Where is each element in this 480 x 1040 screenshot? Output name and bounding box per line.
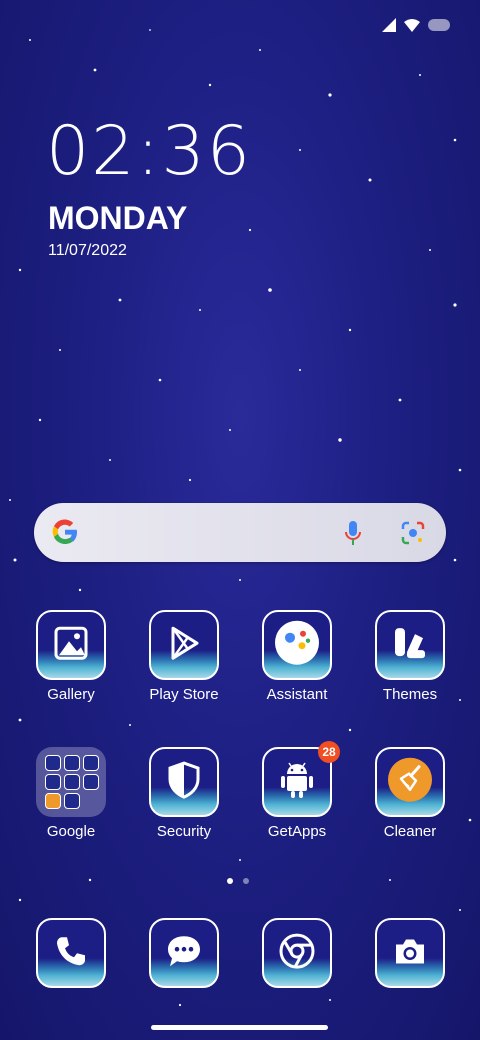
- camera-icon: [396, 939, 424, 964]
- app-getapps[interactable]: 28 GetApps: [242, 741, 352, 840]
- folder-app-maps: [83, 755, 99, 771]
- app-cleaner[interactable]: Cleaner: [355, 747, 465, 840]
- folder-app-google: [45, 755, 61, 771]
- shield-icon: [168, 761, 200, 799]
- clock-time[interactable]: 02:36: [46, 118, 252, 186]
- cleaner-tile[interactable]: [375, 747, 445, 817]
- app-label: Security: [156, 823, 212, 840]
- gesture-nav-bar[interactable]: [151, 1025, 328, 1030]
- dock-chrome[interactable]: [242, 918, 352, 988]
- security-tile[interactable]: [149, 747, 219, 817]
- page-dot: [243, 878, 249, 884]
- messages-icon: [168, 936, 200, 967]
- app-themes[interactable]: Themes: [355, 610, 465, 703]
- folder-app-keep: [45, 793, 61, 809]
- dock-messages[interactable]: [129, 918, 239, 988]
- folder-icon[interactable]: [36, 747, 106, 817]
- getapps-tile[interactable]: 28: [262, 741, 340, 817]
- signal-icon: [382, 18, 396, 32]
- folder-app-photos: [64, 774, 80, 790]
- microphone-icon[interactable]: [344, 519, 362, 547]
- app-label: Cleaner: [383, 823, 437, 840]
- assistant-tile[interactable]: [262, 610, 332, 680]
- app-assistant[interactable]: Assistant: [242, 610, 352, 703]
- messages-tile[interactable]: [149, 918, 219, 988]
- dock-camera[interactable]: [355, 918, 465, 988]
- assistant-icon: [275, 620, 319, 665]
- folder-app-youtube: [45, 774, 61, 790]
- folder-app-meet: [83, 774, 99, 790]
- lens-icon[interactable]: [400, 520, 426, 546]
- page-indicator: [227, 878, 249, 884]
- app-play-store[interactable]: Play Store: [129, 610, 239, 703]
- app-label: Google: [46, 823, 96, 840]
- app-label: Assistant: [266, 686, 328, 703]
- camera-tile[interactable]: [375, 918, 445, 988]
- google-g-icon: [52, 519, 77, 545]
- app-security[interactable]: Security: [129, 747, 239, 840]
- gallery-icon: [54, 626, 88, 660]
- folder-app-gmail: [64, 755, 80, 771]
- app-gallery[interactable]: Gallery: [16, 610, 126, 703]
- chrome-tile[interactable]: [262, 918, 332, 988]
- status-bar: [382, 18, 450, 32]
- clock-date: 11/07/2022: [48, 242, 127, 259]
- gallery-tile[interactable]: [36, 610, 106, 680]
- play-store-icon: [171, 626, 199, 660]
- wifi-icon: [404, 19, 420, 32]
- google-search-bar[interactable]: [34, 503, 446, 562]
- dock-phone[interactable]: [16, 918, 126, 988]
- phone-tile[interactable]: [36, 918, 106, 988]
- app-label: Gallery: [47, 686, 95, 703]
- app-google-folder[interactable]: Google: [16, 747, 126, 840]
- app-label: GetApps: [267, 823, 327, 840]
- battery-icon: [428, 19, 450, 31]
- clock-day: MONDAY: [48, 200, 188, 236]
- chrome-icon: [279, 933, 315, 969]
- page-dot-active: [227, 878, 233, 884]
- broom-icon: [388, 757, 432, 802]
- android-icon: [281, 762, 313, 798]
- app-label: Play Store: [149, 686, 219, 703]
- themes-tile[interactable]: [375, 610, 445, 680]
- notification-badge: 28: [318, 741, 340, 763]
- play-store-tile[interactable]: [149, 610, 219, 680]
- folder-app-drive: [64, 793, 80, 809]
- app-label: Themes: [382, 686, 438, 703]
- themes-icon: [395, 628, 425, 659]
- phone-icon: [57, 937, 85, 966]
